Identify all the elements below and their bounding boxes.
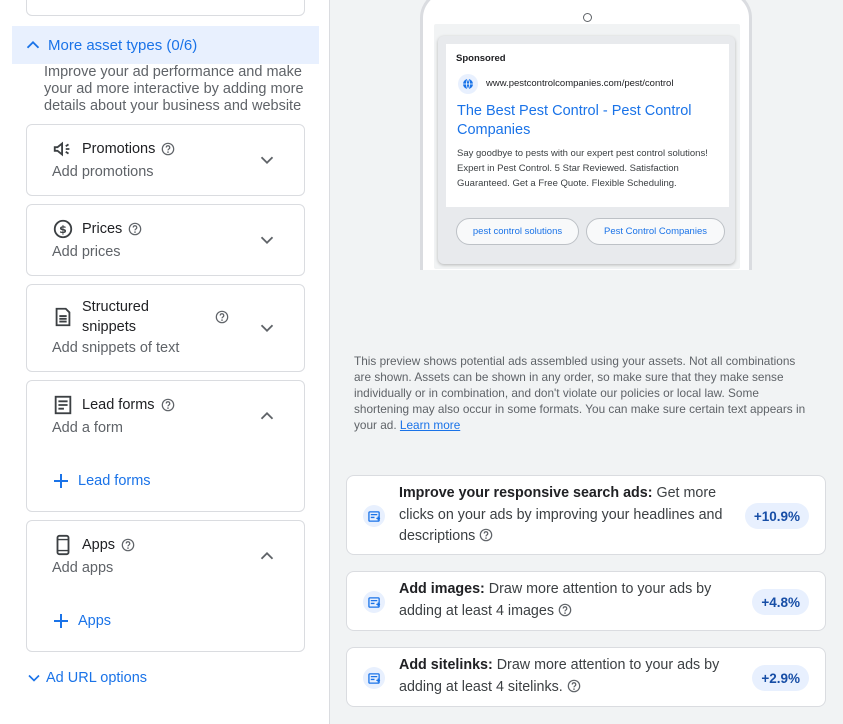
add-app-button[interactable]: Apps [52, 612, 111, 630]
chevron-up-icon[interactable] [256, 405, 278, 427]
suggestion-text: Add images: Draw more attention to your … [399, 581, 712, 619]
more-asset-types-description: Improve your ad performance and make you… [44, 64, 304, 114]
ad-edit-icon [363, 667, 385, 689]
asset-title: Promotions [82, 141, 175, 157]
svg-text:$: $ [59, 223, 67, 236]
phone-camera [583, 13, 592, 22]
ad-url-options-toggle[interactable]: Ad URL options [24, 668, 147, 688]
more-asset-types-toggle[interactable]: More asset types (0/6) [12, 26, 319, 64]
asset-card-prices: $ Prices Add prices [26, 204, 305, 276]
help-icon[interactable] [558, 603, 572, 617]
asset-title: Prices [82, 221, 142, 237]
asset-card-promotions: Promotions Add promotions [26, 124, 305, 196]
chevron-up-icon [26, 40, 40, 49]
chevron-down-icon[interactable] [256, 229, 278, 251]
help-icon[interactable] [215, 310, 229, 324]
dollar-circle-icon: $ [53, 219, 73, 239]
asset-card-lead-forms: Lead forms Add a form Lead forms [26, 380, 305, 512]
add-lead-form-button[interactable]: Lead forms [52, 472, 151, 490]
megaphone-icon [53, 141, 70, 157]
uplift-badge: +4.8% [752, 589, 809, 615]
asset-subtitle: Add promotions [52, 164, 154, 180]
ad-edit-icon [363, 505, 385, 527]
help-icon[interactable] [121, 538, 135, 552]
ad-preview: Sponsored www.pestcontrolcompanies.com/p… [438, 36, 735, 264]
snippet-icon [55, 307, 71, 327]
asset-subtitle: Add apps [52, 560, 114, 576]
suggestion-card[interactable]: Improve your responsive search ads: Get … [346, 475, 826, 555]
ad-card: Sponsored www.pestcontrolcompanies.com/p… [446, 44, 729, 207]
previous-asset-card [26, 0, 305, 16]
preview-disclaimer: This preview shows potential ads assembl… [354, 354, 806, 432]
suggestion-card[interactable]: Add images: Draw more attention to your … [346, 571, 826, 631]
asset-card-apps: Apps Add apps Apps [26, 520, 305, 652]
help-icon[interactable] [161, 398, 175, 412]
suggestion-text: Add sitelinks: Draw more attention to yo… [399, 657, 720, 695]
help-icon[interactable] [479, 528, 493, 542]
display-url: www.pestcontrolcompanies.com/pest/contro… [486, 78, 674, 89]
suggestion-card[interactable]: Add sitelinks: Draw more attention to yo… [346, 647, 826, 707]
phone-icon [56, 534, 70, 556]
ad-edit-icon [363, 591, 385, 613]
uplift-badge: +2.9% [752, 665, 809, 691]
plus-icon [54, 614, 68, 628]
asset-subtitle: Add a form [52, 420, 123, 436]
more-asset-types-label: More asset types (0/6) [48, 36, 198, 54]
asset-card-structured-snippets: Structured snippets Add snippets of text [26, 284, 305, 372]
asset-subtitle: Add prices [52, 244, 121, 260]
uplift-badge: +10.9% [744, 503, 809, 529]
chevron-down-icon [28, 674, 40, 682]
chevron-up-icon[interactable] [256, 545, 278, 567]
plus-icon [54, 474, 68, 488]
ad-headline[interactable]: The Best Pest Control - Pest Control Com… [457, 102, 722, 140]
suggestion-text: Improve your responsive search ads: Get … [399, 485, 723, 544]
chevron-down-icon[interactable] [256, 149, 278, 171]
help-icon[interactable] [128, 222, 142, 236]
asset-title: Structured snippets [82, 299, 149, 335]
preview-panel: Sponsored www.pestcontrolcompanies.com/p… [330, 0, 843, 724]
help-icon[interactable] [567, 679, 581, 693]
sponsored-label: Sponsored [456, 53, 506, 64]
asset-title: Apps [82, 537, 135, 553]
asset-subtitle: Add snippets of text [52, 340, 180, 356]
left-panel: More asset types (0/6) Improve your ad p… [0, 0, 330, 724]
ad-url-options-label: Ad URL options [46, 670, 148, 686]
chevron-down-icon[interactable] [256, 317, 278, 339]
ad-description: Say goodbye to pests with our expert pes… [457, 148, 708, 189]
globe-icon [458, 74, 478, 94]
help-icon[interactable] [161, 142, 175, 156]
sitelink-chip[interactable]: pest control solutions [456, 218, 579, 245]
sitelink-chip[interactable]: Pest Control Companies [586, 218, 725, 245]
form-icon [54, 395, 72, 415]
learn-more-link[interactable]: Learn more [400, 418, 460, 432]
asset-title: Lead forms [82, 397, 175, 413]
